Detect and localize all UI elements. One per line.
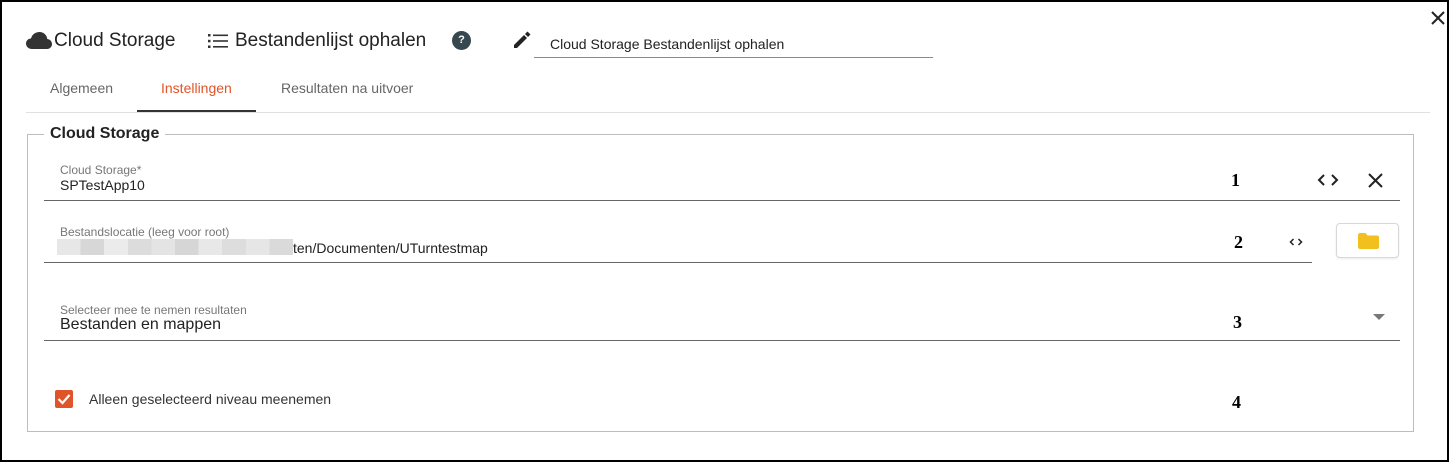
dropdown-arrow-icon[interactable] (1373, 314, 1385, 320)
checkbox-label: Alleen geselecteerd niveau meenemen (89, 391, 332, 407)
marker-2: 2 (1234, 232, 1243, 252)
location-value[interactable]: ten/Documenten/UTurntestmap (293, 240, 488, 256)
tab-resultaten[interactable]: Resultaten na uitvoer (281, 80, 413, 96)
checkmark-icon (57, 394, 71, 405)
cloud-storage-underline (44, 200, 1400, 201)
checkbox-selected-level[interactable] (55, 390, 73, 408)
clear-icon[interactable] (1367, 172, 1384, 189)
results-select-value[interactable]: Bestanden en mappen (60, 316, 221, 334)
list-icon (208, 34, 228, 48)
results-select-underline (44, 340, 1400, 341)
marker-1: 1 (1231, 170, 1240, 190)
cloud-icon (26, 32, 52, 49)
edit-pencil-icon (514, 31, 531, 48)
cloud-storage-value[interactable]: SPTestApp10 (60, 177, 145, 193)
location-underline (44, 262, 1312, 263)
active-tab-indicator (137, 110, 256, 112)
cloud-storage-label: Cloud Storage* (60, 163, 142, 177)
connector-title: Cloud Storage (54, 30, 176, 51)
tab-algemeen[interactable]: Algemeen (50, 80, 113, 96)
folder-icon (1358, 233, 1379, 249)
code-toggle-small-icon[interactable] (1289, 237, 1303, 247)
close-icon[interactable] (1428, 8, 1448, 28)
section-legend: Cloud Storage (44, 125, 166, 143)
redacted-path (57, 239, 293, 255)
location-label: Bestandslocatie (leeg voor root) (60, 225, 230, 239)
step-name-input[interactable] (534, 30, 933, 58)
browse-folder-button[interactable] (1336, 223, 1399, 258)
marker-4: 4 (1232, 392, 1241, 412)
cloud-storage-section (27, 134, 1414, 432)
action-title: Bestandenlijst ophalen (235, 30, 427, 51)
tabs-divider (26, 112, 1430, 113)
marker-3: 3 (1233, 312, 1242, 332)
code-toggle-icon[interactable] (1317, 172, 1339, 188)
tab-instellingen[interactable]: Instellingen (161, 80, 232, 96)
results-select-label: Selecteer mee te nemen resultaten (60, 303, 247, 317)
help-icon[interactable]: ? (452, 31, 471, 50)
